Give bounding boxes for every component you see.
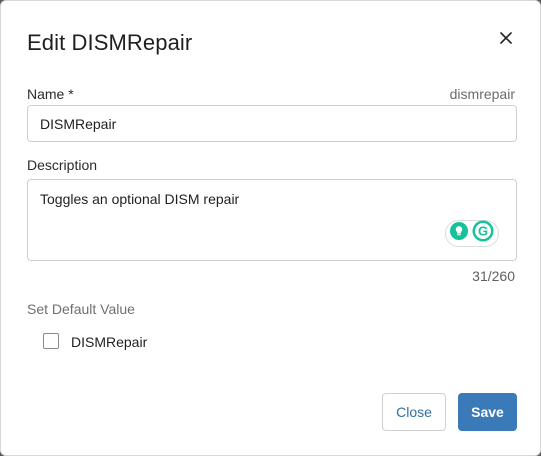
character-counter: 31/260 [472,268,515,284]
description-textarea[interactable]: Toggles an optional DISM repair [27,179,517,261]
default-value-checkbox-label[interactable]: DISMRepair [71,334,147,350]
edit-dialog: Edit DISMRepair Name * dismrepair Descri… [0,0,541,456]
save-button[interactable]: Save [458,393,517,431]
default-value-checkbox[interactable] [43,333,59,349]
lightbulb-icon [450,222,468,245]
grammarly-widget[interactable]: G [445,220,499,247]
default-value-section-label: Set Default Value [27,301,135,317]
grammarly-icon: G [472,220,494,247]
name-input[interactable] [27,105,517,142]
grammarly-logo-letter: G [478,224,488,239]
close-icon[interactable] [495,27,517,49]
name-label: Name * [27,86,74,102]
name-slug: dismrepair [449,86,515,102]
dialog-title: Edit DISMRepair [27,30,193,55]
description-label: Description [27,157,98,173]
close-button[interactable]: Close [382,393,446,431]
